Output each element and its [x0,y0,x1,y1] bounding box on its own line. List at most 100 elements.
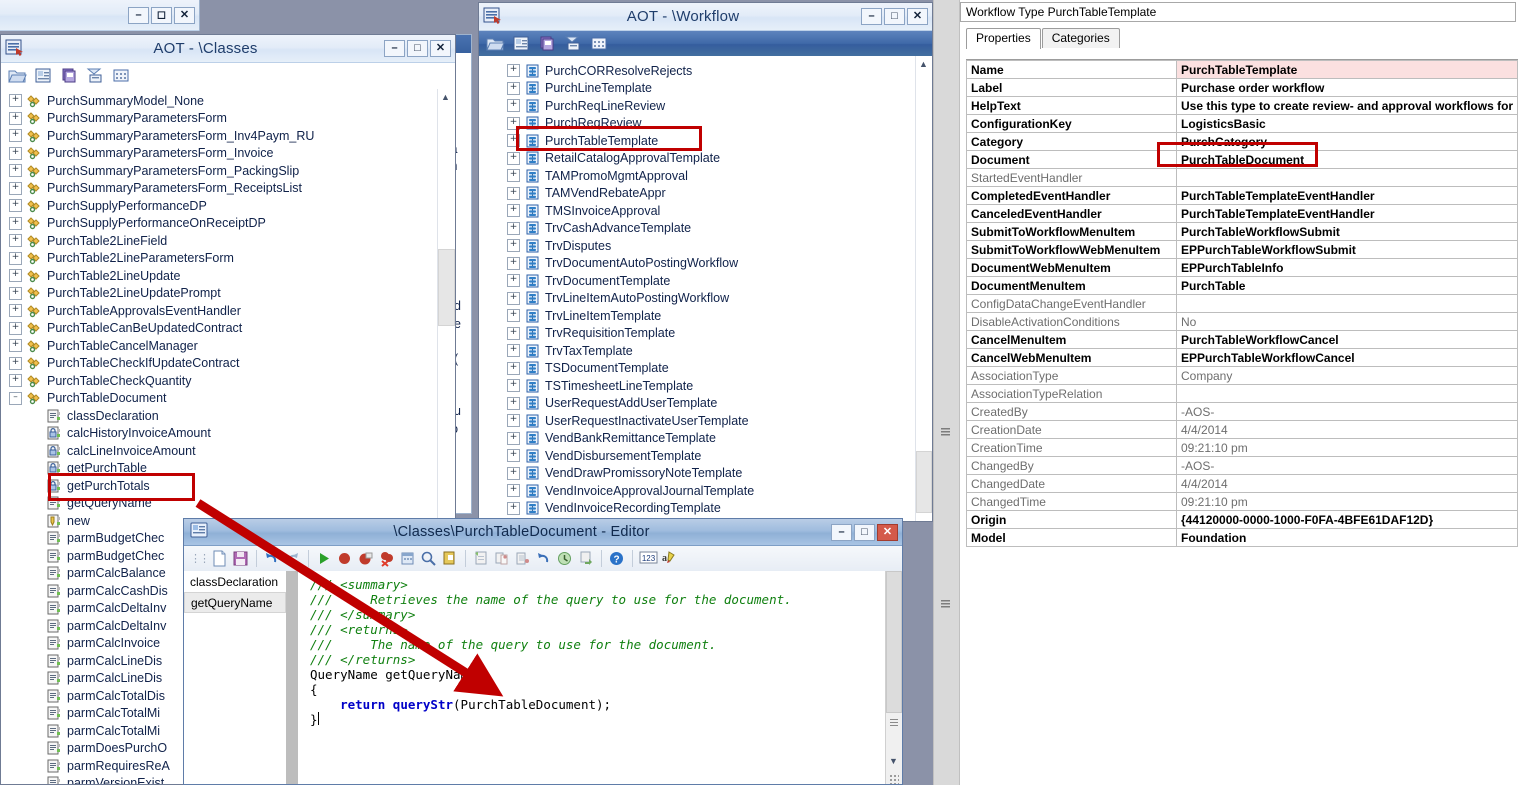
workflow-tree-item[interactable]: + VendInvoiceRecordingTemplate [479,500,916,518]
expand-icon[interactable]: + [9,94,22,108]
paste-compare-icon[interactable] [514,550,532,568]
property-value[interactable]: 09:21:10 pm [1176,492,1518,511]
scroll-thumb[interactable] [916,451,932,513]
workflow-tree-item[interactable]: + TrvDisputes [479,237,916,255]
expand-icon[interactable]: + [507,414,520,428]
property-row[interactable]: DisableActivationConditions No [966,312,1518,331]
expand-icon[interactable]: + [9,199,22,213]
property-value[interactable] [1176,168,1518,187]
expand-icon[interactable]: + [9,146,22,160]
aot-workflow-window[interactable]: AOT - \Workflow – □ ✕ + PurchCORResolveR… [478,2,933,522]
property-row[interactable]: SubmitToWorkflowWebMenuItem EPPurchTableW… [966,240,1518,259]
editor-method-item[interactable]: getQueryName [184,592,286,613]
compile-icon[interactable] [441,550,459,568]
expand-icon[interactable]: + [507,501,520,515]
bg-close-button[interactable]: ✕ [174,6,195,24]
classes-tree-item[interactable]: calcLineInvoiceAmount [1,442,438,460]
classes-tree-item[interactable]: + PurchSummaryModel_None [1,92,438,110]
scroll-track[interactable] [916,71,932,506]
scroll-down-button[interactable]: ▼ [886,753,901,768]
workflow-tree-item[interactable]: + PurchReqLineReview [479,97,916,115]
expand-icon[interactable]: + [507,99,520,113]
property-row[interactable]: Document PurchTableDocument [966,150,1518,169]
expand-icon[interactable]: + [9,111,22,125]
spellcheck-icon[interactable]: a [660,550,678,568]
expand-icon[interactable]: + [507,431,520,445]
expand-icon[interactable]: + [9,216,22,230]
import-icon[interactable] [85,67,105,85]
expand-icon[interactable]: + [507,379,520,393]
classes-close-button[interactable]: ✕ [430,40,451,57]
bg-minimize-button[interactable]: – [128,6,149,24]
property-row[interactable]: Label Purchase order workflow [966,78,1518,97]
workflow-tree-item[interactable]: + PurchTableTemplate [479,132,916,150]
workflow-tree-item[interactable]: + TAMPromoMgmtApproval [479,167,916,185]
expand-icon[interactable]: + [507,81,520,95]
property-row[interactable]: CancelMenuItem PurchTableWorkflowCancel [966,330,1518,349]
property-row[interactable]: DocumentMenuItem PurchTable [966,276,1518,295]
compile-icon[interactable] [537,35,557,53]
editor-titlebar[interactable]: \Classes\PurchTableDocument - Editor – □… [184,519,902,546]
workflow-tree-item[interactable]: + TrvLineItemTemplate [479,307,916,325]
background-window-topleft[interactable]: – ◻ ✕ [0,0,200,31]
scroll-up-button[interactable]: ▲ [916,56,931,71]
workflow-tree-item[interactable]: + PurchCORResolveRejects [479,62,916,80]
workflow-tree-item[interactable]: + TrvTaxTemplate [479,342,916,360]
editor-scrollbar[interactable]: ▲ ▼ [885,571,902,784]
property-row[interactable]: CreationTime 09:21:10 pm [966,438,1518,457]
expand-icon[interactable]: + [507,151,520,165]
editor-close-button[interactable]: ✕ [877,523,898,541]
expand-icon[interactable]: + [9,304,22,318]
classes-tree-item[interactable]: + PurchTableCanBeUpdatedContract [1,320,438,338]
save-icon[interactable] [232,550,250,568]
property-row[interactable]: HelpText Use this type to create review- … [966,96,1518,115]
expand-icon[interactable]: + [507,466,520,480]
workflow-maximize-button[interactable]: □ [884,8,905,25]
run-icon[interactable] [315,550,333,568]
pane-splitter[interactable] [933,0,960,785]
check-in-icon[interactable] [577,550,595,568]
property-value[interactable]: 4/4/2014 [1176,474,1518,493]
properties-icon[interactable] [33,67,53,85]
property-value[interactable]: 4/4/2014 [1176,420,1518,439]
property-value[interactable]: PurchTableWorkflowSubmit [1176,222,1518,241]
expand-icon[interactable]: + [9,181,22,195]
workflow-tree-item[interactable]: + VendInvoiceApprovalJournalTemplate [479,482,916,500]
open-folder-icon[interactable] [7,67,27,85]
property-value[interactable]: Foundation [1176,528,1518,547]
property-value[interactable]: PurchTableTemplateEventHandler [1176,186,1518,205]
classes-tree-item[interactable]: + PurchSummaryParametersForm_ReceiptsList [1,180,438,198]
property-row[interactable]: CanceledEventHandler PurchTableTemplateEv… [966,204,1518,223]
property-value[interactable]: EPPurchTableWorkflowSubmit [1176,240,1518,259]
expand-icon[interactable]: + [507,344,520,358]
property-row[interactable]: ChangedBy -AOS- [966,456,1518,475]
workflow-minimize-button[interactable]: – [861,8,882,25]
property-row[interactable]: Model Foundation [966,528,1518,547]
classes-tree-item[interactable]: – PurchTableDocument [1,390,438,408]
revert-icon[interactable] [535,550,553,568]
workflow-tree-item[interactable]: + VendBankRemittanceTemplate [479,430,916,448]
property-value[interactable]: PurchTableTemplateEventHandler [1176,204,1518,223]
import-icon[interactable] [563,35,583,53]
clear-breakpoints-icon[interactable] [378,550,396,568]
property-row[interactable]: Name PurchTableTemplate [966,60,1518,79]
workflow-tree-item[interactable]: + TrvLineItemAutoPostingWorkflow [479,290,916,308]
toggle-breakpoint-icon[interactable] [357,550,375,568]
workflow-tree-item[interactable]: + VendDisbursementTemplate [479,447,916,465]
properties-pane[interactable]: Workflow Type PurchTableTemplate Propert… [958,0,1518,785]
property-value[interactable]: -AOS- [1176,456,1518,475]
property-value[interactable]: PurchTableTemplate [1176,60,1518,79]
property-value[interactable]: Use this type to create review- and appr… [1176,96,1518,115]
property-value[interactable]: Company [1176,366,1518,385]
workflow-tree-item[interactable]: + UserRequestInactivateUserTemplate [479,412,916,430]
property-row[interactable]: CompletedEventHandler PurchTableTemplateE… [966,186,1518,205]
classes-tree-item[interactable]: + PurchSupplyPerformanceOnReceiptDP [1,215,438,233]
expand-icon[interactable]: + [9,129,22,143]
compile-icon[interactable] [59,67,79,85]
classes-tree-item[interactable]: getPurchTotals [1,477,438,495]
classes-tree-item[interactable]: + PurchSummaryParametersForm [1,110,438,128]
editor-method-item[interactable]: classDeclaration [184,571,286,592]
classes-tree-item[interactable]: + PurchSummaryParametersForm_PackingSlip [1,162,438,180]
workflow-tree-item[interactable]: + TSTimesheetLineTemplate [479,377,916,395]
property-value[interactable]: -AOS- [1176,402,1518,421]
